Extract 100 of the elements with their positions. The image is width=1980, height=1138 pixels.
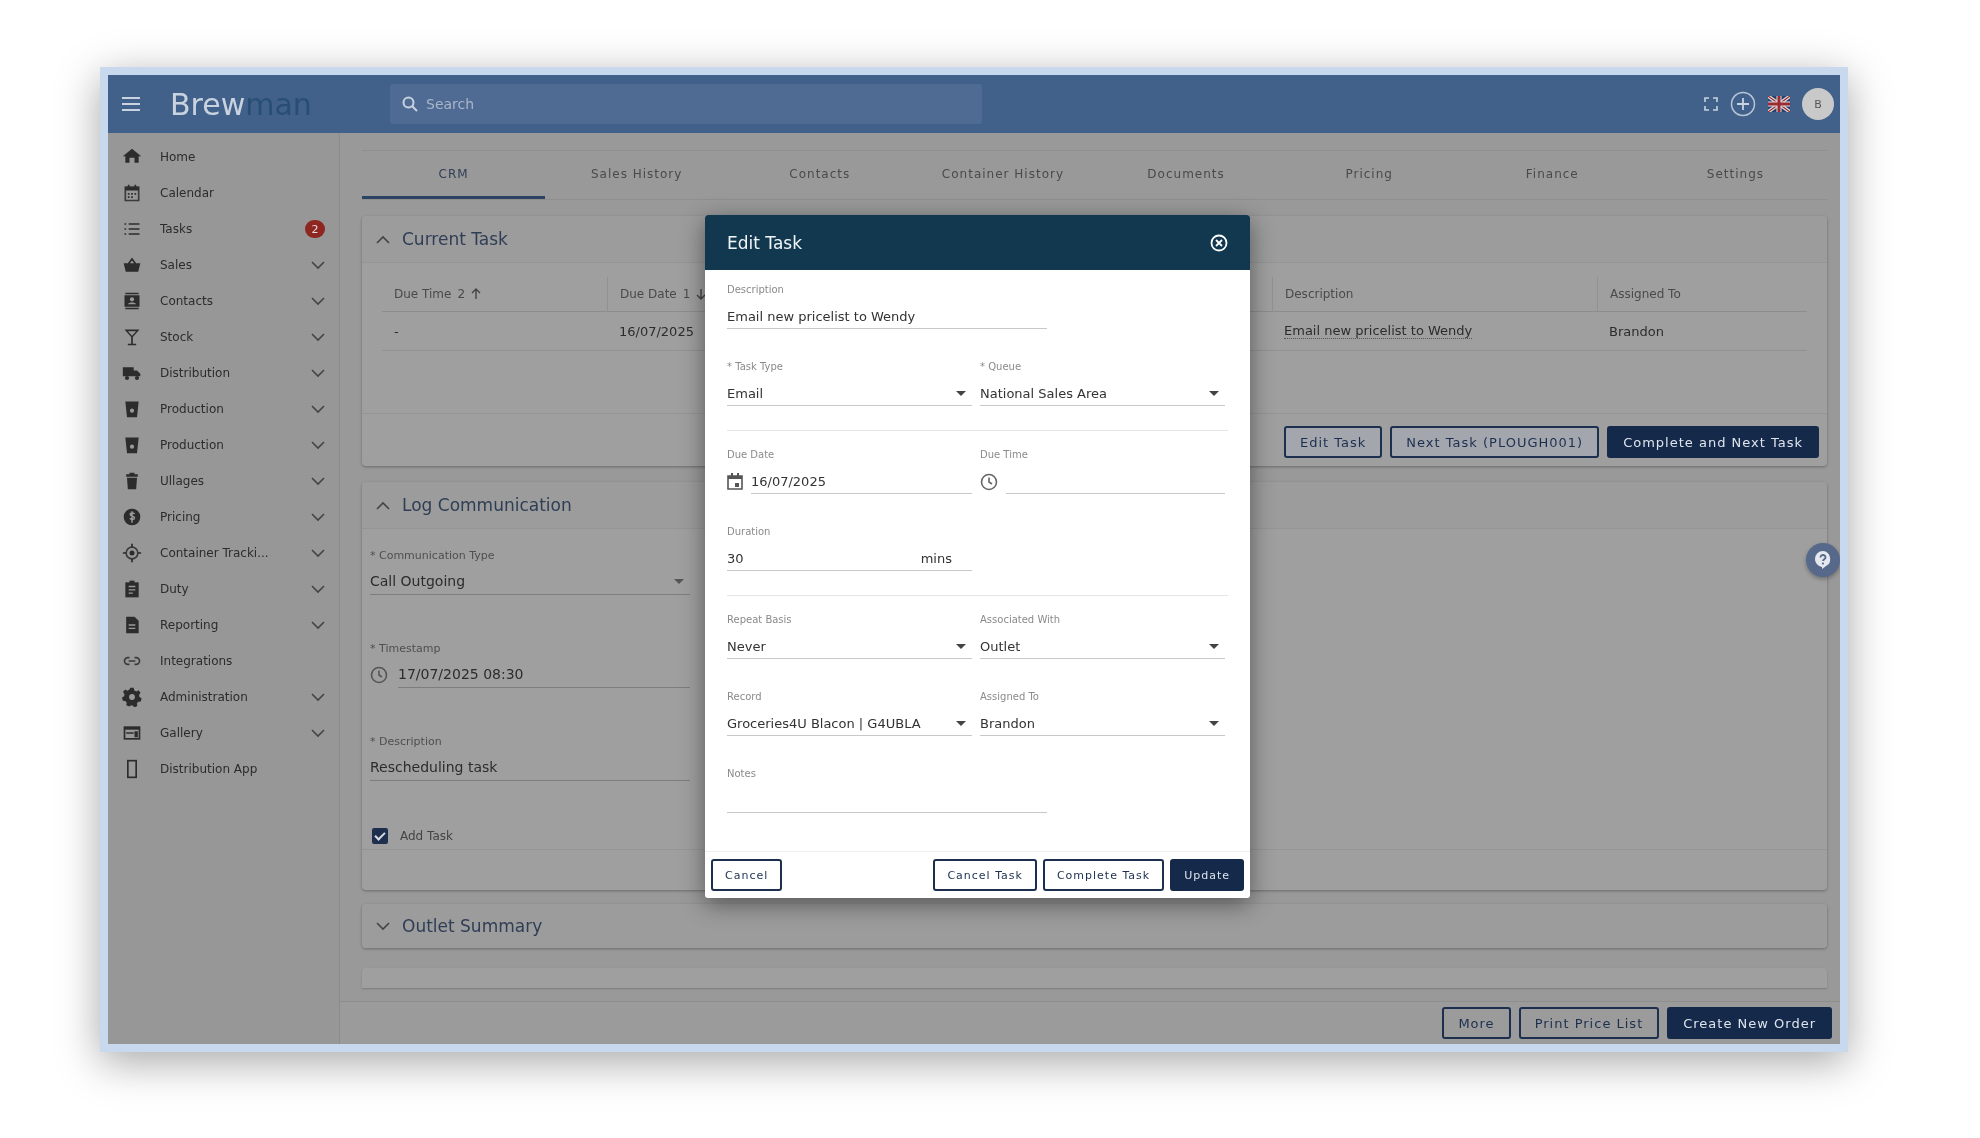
button[interactable]: Next Task (PLOUGH001): [1390, 426, 1600, 458]
dropdown-arrow-icon: [1209, 720, 1219, 726]
contact-card-icon: [122, 291, 142, 311]
duration-field[interactable]: Duration 30 mins: [727, 526, 972, 571]
sidebar-item[interactable]: Production: [108, 391, 339, 427]
fullscreen-icon[interactable]: [1704, 97, 1718, 111]
timestamp-field[interactable]: * Timestamp 17/07/2025 08:30: [370, 642, 690, 688]
chevron-down-icon[interactable]: [311, 584, 325, 594]
add-icon[interactable]: [1730, 91, 1756, 117]
sidebar-item[interactable]: Integrations: [108, 643, 339, 679]
sidebar-item[interactable]: Production: [108, 427, 339, 463]
chevron-down-icon[interactable]: [311, 548, 325, 558]
sidebar-item[interactable]: Pricing: [108, 499, 339, 535]
dropdown-arrow-icon: [1209, 643, 1219, 649]
column-header[interactable]: Description: [1272, 277, 1597, 312]
sidebar-item[interactable]: Tasks 2: [108, 211, 339, 247]
button[interactable]: Cancel: [711, 859, 783, 891]
chevron-down-icon[interactable]: [311, 476, 325, 486]
sort-order: 2: [457, 287, 466, 301]
sidebar-item[interactable]: Sales: [108, 247, 339, 283]
help-button[interactable]: [1806, 543, 1840, 577]
chevron-down-icon[interactable]: [311, 728, 325, 738]
basket-icon: [122, 255, 142, 275]
gallery-icon: [122, 723, 142, 743]
search-field[interactable]: Search: [390, 84, 982, 124]
calendar-icon: [122, 183, 142, 203]
button[interactable]: Complete and Next Task: [1607, 426, 1819, 458]
column-header[interactable]: Due Time 2: [382, 277, 607, 312]
dropdown-field[interactable]: * Queue National Sales Area: [980, 361, 1225, 406]
checkbox-label: Add Task: [400, 829, 453, 843]
text-field[interactable]: Notes: [727, 768, 1047, 813]
sidebar-item[interactable]: Contacts: [108, 283, 339, 319]
sidebar-item[interactable]: Reporting: [108, 607, 339, 643]
tab[interactable]: Sales History: [545, 151, 729, 199]
sidebar-item[interactable]: Duty: [108, 571, 339, 607]
dropdown-field[interactable]: Assigned To Brandon: [980, 691, 1225, 736]
expand-icon[interactable]: [376, 921, 390, 931]
button[interactable]: Edit Task: [1284, 426, 1383, 458]
button[interactable]: Complete Task: [1042, 859, 1165, 891]
chevron-down-icon[interactable]: [311, 260, 325, 270]
chevron-down-icon[interactable]: [311, 512, 325, 522]
search-icon: [402, 96, 418, 112]
dropdown-field[interactable]: * Task Type Email: [727, 361, 972, 406]
chevron-down-icon[interactable]: [311, 296, 325, 306]
dropdown-arrow-icon: [956, 643, 966, 649]
sidebar-item[interactable]: Home: [108, 139, 339, 175]
target-icon: [122, 543, 142, 563]
dropdown-field[interactable]: Record Groceries4U Blacon | G4UBLA: [727, 691, 972, 736]
date-field[interactable]: Due Date 16/07/2025: [727, 449, 972, 494]
dropdown-field[interactable]: Associated With Outlet: [980, 614, 1225, 659]
gear-icon: [122, 687, 142, 707]
tab[interactable]: Settings: [1643, 151, 1827, 199]
button[interactable]: Cancel Task: [933, 859, 1037, 891]
sidebar-item[interactable]: Calendar: [108, 175, 339, 211]
sidebar-item[interactable]: Distribution App: [108, 751, 339, 787]
chevron-down-icon[interactable]: [311, 440, 325, 450]
sidebar-item[interactable]: Gallery: [108, 715, 339, 751]
sidebar-item[interactable]: Ullages: [108, 463, 339, 499]
sidebar-item[interactable]: Container Tracki...: [108, 535, 339, 571]
dropdown-field[interactable]: Repeat Basis Never: [727, 614, 972, 659]
calendar-icon[interactable]: [727, 473, 743, 490]
button[interactable]: Print Price List: [1518, 1007, 1660, 1039]
arrow-up-icon[interactable]: [471, 288, 482, 300]
tab[interactable]: Container History: [911, 151, 1095, 199]
tab[interactable]: CRM: [362, 151, 546, 199]
tab[interactable]: Documents: [1094, 151, 1278, 199]
chevron-down-icon[interactable]: [311, 620, 325, 630]
avatar[interactable]: B: [1802, 88, 1834, 120]
chevron-down-icon[interactable]: [311, 368, 325, 378]
bucket-icon: [122, 399, 142, 419]
collapse-icon[interactable]: [376, 500, 390, 510]
text-field[interactable]: * Description Rescheduling task: [370, 735, 690, 781]
sidebar-item[interactable]: Stock: [108, 319, 339, 355]
tab[interactable]: Finance: [1460, 151, 1644, 199]
bucket-icon: [122, 435, 142, 455]
close-icon[interactable]: [1210, 233, 1228, 252]
chevron-down-icon[interactable]: [311, 692, 325, 702]
count-badge: 2: [305, 220, 325, 238]
sidebar-item[interactable]: Administration: [108, 679, 339, 715]
menu-icon[interactable]: [122, 97, 140, 111]
flag-icon[interactable]: [1768, 96, 1790, 112]
chevron-down-icon[interactable]: [311, 404, 325, 414]
tab[interactable]: Pricing: [1277, 151, 1461, 199]
button[interactable]: Create New Order: [1667, 1007, 1832, 1039]
link[interactable]: Email new pricelist to Wendy: [1284, 322, 1473, 340]
collapse-icon[interactable]: [376, 234, 390, 244]
button[interactable]: Update: [1170, 859, 1244, 891]
time-field[interactable]: Due Time: [980, 449, 1225, 494]
arrow-down-icon[interactable]: [696, 288, 707, 300]
checkbox[interactable]: [372, 828, 388, 844]
dropdown-arrow-icon: [956, 720, 966, 726]
column-header[interactable]: Assigned To: [1597, 277, 1807, 312]
chevron-down-icon[interactable]: [311, 332, 325, 342]
tab[interactable]: Contacts: [728, 151, 912, 199]
section-title: Log Communication: [402, 495, 572, 515]
dropdown-field[interactable]: * Communication Type Call Outgoing: [370, 549, 690, 595]
button[interactable]: More: [1442, 1007, 1511, 1039]
clock-icon: [980, 472, 998, 491]
clipboard-icon: [122, 579, 142, 599]
sidebar-item[interactable]: Distribution: [108, 355, 339, 391]
